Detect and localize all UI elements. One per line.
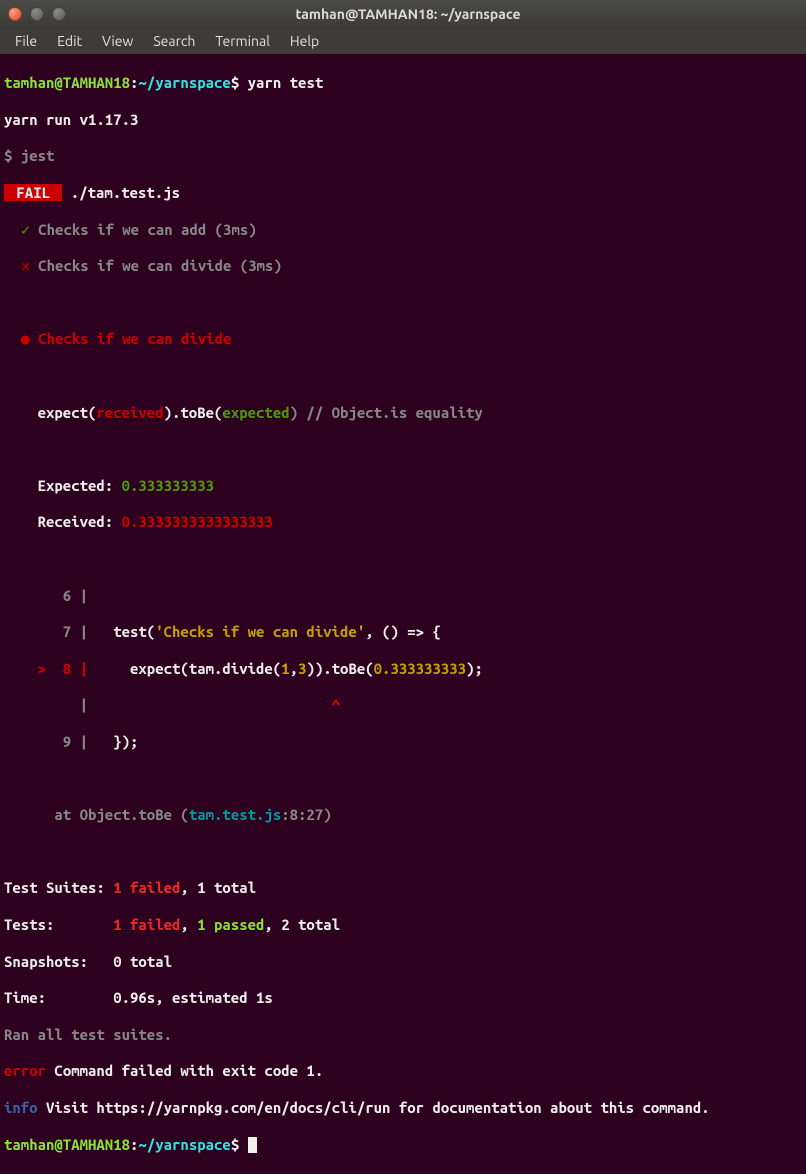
expected-label: Expected: [4, 477, 122, 494]
code-line-7-a: test( [96, 623, 155, 640]
fail-title: Checks if we can divide [30, 330, 232, 347]
code-line-7-b: , () => { [365, 623, 441, 640]
caret-line-pad: | [4, 696, 332, 713]
minimize-icon[interactable] [30, 7, 44, 21]
menu-file[interactable]: File [6, 30, 46, 52]
tests-label: Tests: [4, 916, 113, 933]
received-word: received [96, 404, 163, 421]
prompt-path: ~/yarnspace [138, 74, 230, 91]
terminal-output[interactable]: tamhan@TAMHAN18:~/yarnspace$ yarn test y… [0, 54, 806, 1174]
menu-bar: File Edit View Search Terminal Help [0, 28, 806, 54]
maximize-icon[interactable] [52, 7, 66, 21]
bullet-icon: ● [21, 330, 30, 347]
expect-seg-c: ) // Object.is equality [290, 404, 483, 421]
cmd-yarn-test: yarn test [248, 74, 324, 91]
code-line-6: 6 | [4, 587, 802, 605]
code-line-8-n1: 1 [281, 660, 289, 677]
info-url: https://yarnpkg.com/en/docs/cli/run [96, 1099, 390, 1116]
code-line-8-b: )).toBe( [306, 660, 373, 677]
prompt-dollar: $ [231, 74, 239, 91]
code-line-7-str: 'Checks if we can divide' [155, 623, 365, 640]
snapshots-value: 0 total [113, 953, 172, 970]
expect-seg-a: expect( [4, 404, 96, 421]
caret-icon: ^ [332, 696, 340, 713]
prompt-dollar-2: $ [231, 1136, 239, 1153]
suites-label: Test Suites: [4, 879, 113, 896]
menu-help[interactable]: Help [281, 30, 328, 52]
menu-edit[interactable]: Edit [48, 30, 91, 52]
pass-test-text: Checks if we can add (3ms) [30, 221, 257, 238]
expected-value: 0.333333333 [122, 477, 214, 494]
code-line-8-c: ); [466, 660, 483, 677]
code-line-8-n3: 0.333333333 [374, 660, 466, 677]
menu-search[interactable]: Search [144, 30, 204, 52]
jest-cmd-line: $ jest [4, 147, 802, 165]
received-value: 0.3333333333333333 [122, 513, 273, 530]
menu-terminal[interactable]: Terminal [206, 30, 279, 52]
yarn-run-line: yarn run v1.17.3 [4, 111, 802, 129]
tests-pass: 1 passed [197, 916, 264, 933]
title-bar: tamhan@TAMHAN18: ~/yarnspace [0, 0, 806, 28]
at-line-file: tam.test.js [189, 806, 281, 823]
tests-mid: , [180, 916, 197, 933]
suites-rest: , 1 total [180, 879, 256, 896]
tests-rest: , 2 total [264, 916, 340, 933]
info-b: for documentation about this command. [390, 1099, 709, 1116]
at-line-a: at Object.toBe ( [4, 806, 189, 823]
window-title: tamhan@TAMHAN18: ~/yarnspace [78, 6, 738, 22]
prompt-userhost-2: tamhan@TAMHAN18 [4, 1136, 130, 1153]
time-value: 0.96s, estimated 1s [113, 989, 273, 1006]
error-word: error [4, 1062, 46, 1079]
expected-word: expected [222, 404, 289, 421]
menu-view[interactable]: View [93, 30, 142, 52]
time-label: Time: [4, 989, 113, 1006]
fail-test-text: Checks if we can divide (3ms) [30, 257, 282, 274]
prompt-path-2: ~/yarnspace [138, 1136, 230, 1153]
code-line-8-a: expect(tam.divide( [96, 660, 281, 677]
info-word: info [4, 1099, 38, 1116]
info-a: Visit [38, 1099, 97, 1116]
cursor-icon [248, 1137, 257, 1153]
prompt-sep-2: : [130, 1136, 138, 1153]
code-line-9-code: }); [96, 733, 138, 750]
ran-line: Ran all test suites. [4, 1026, 802, 1044]
code-line-7-gutter: 7 | [4, 623, 96, 640]
close-icon[interactable] [8, 7, 22, 21]
error-rest: Command failed with exit code 1. [46, 1062, 323, 1079]
window-controls [8, 7, 66, 21]
received-label: Received: [4, 513, 122, 530]
tests-fail: 1 failed [113, 916, 180, 933]
at-line-b: :8:27) [281, 806, 331, 823]
check-icon: ✓ [21, 221, 30, 238]
snapshots-label: Snapshots: [4, 953, 113, 970]
code-line-8-comma: , [290, 660, 298, 677]
suites-fail: 1 failed [113, 879, 180, 896]
code-line-8-marker: > 8 | [4, 660, 96, 677]
expect-seg-b: ).toBe( [164, 404, 223, 421]
fail-badge: FAIL [4, 184, 62, 201]
prompt-userhost: tamhan@TAMHAN18 [4, 74, 130, 91]
code-line-9-gutter: 9 | [4, 733, 96, 750]
x-icon: ✕ [21, 257, 30, 274]
fail-file: ./tam.test.js [62, 184, 180, 201]
